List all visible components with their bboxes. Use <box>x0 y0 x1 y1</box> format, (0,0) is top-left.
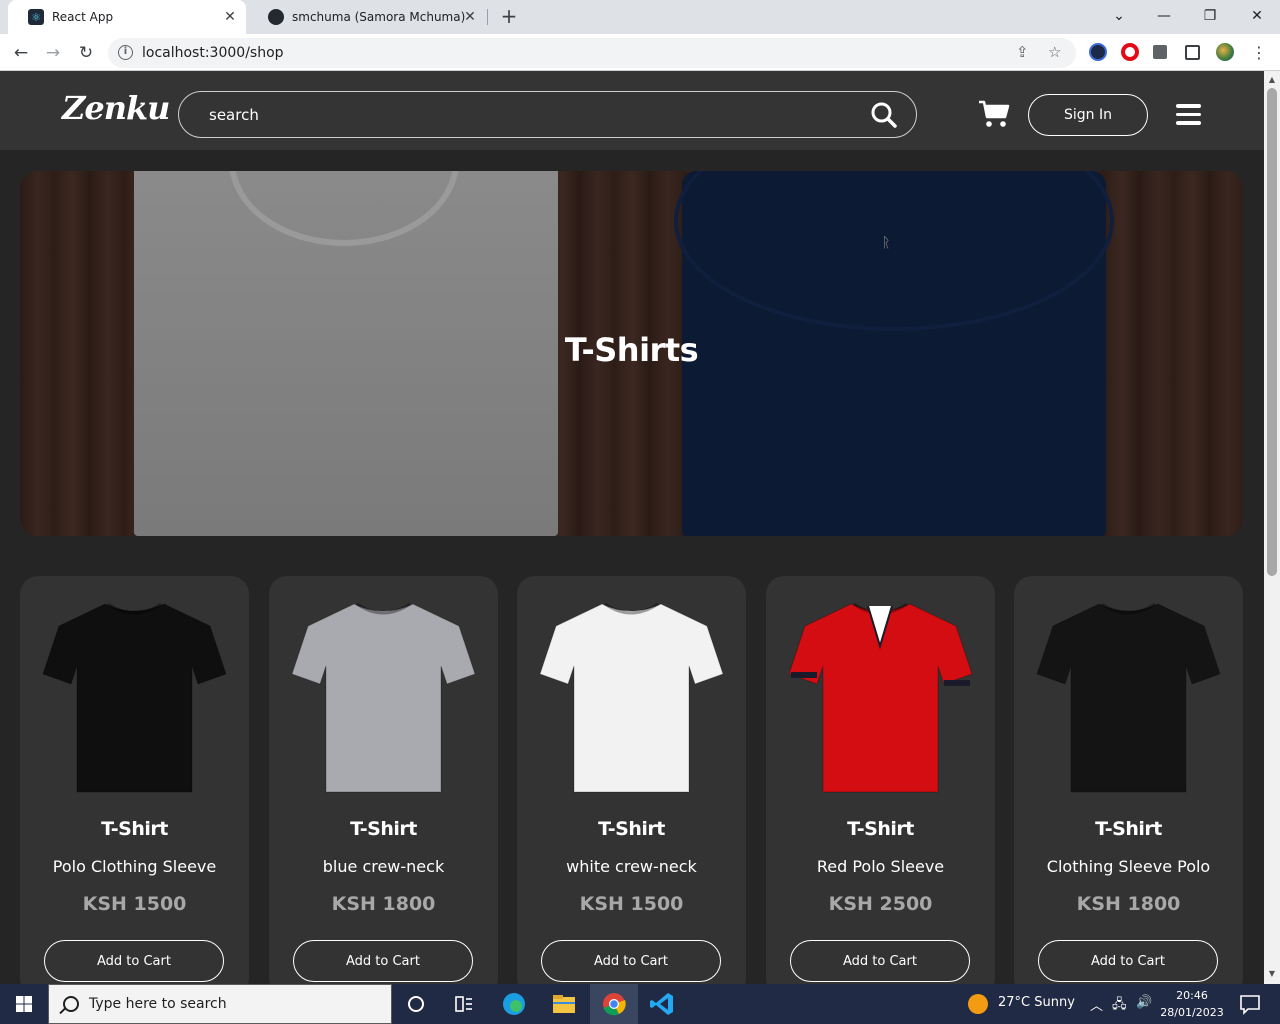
chrome-icon[interactable] <box>600 990 628 1018</box>
forward-icon[interactable]: → <box>40 40 66 66</box>
add-to-cart-button[interactable]: Add to Cart <box>1038 940 1218 982</box>
scroll-up-icon[interactable]: ▲ <box>1267 75 1277 84</box>
taskbar-clock[interactable]: 20:46 28/01/2023 <box>1160 987 1224 1021</box>
product-image[interactable] <box>537 596 726 796</box>
bookmark-star-icon[interactable]: ☆ <box>1048 43 1061 61</box>
cart-icon[interactable] <box>978 100 1010 128</box>
product-price: KSH 1800 <box>1076 893 1181 915</box>
tab-title: React App <box>52 10 114 24</box>
minimize-icon[interactable]: — <box>1146 4 1182 28</box>
github-icon <box>268 9 284 25</box>
scrollbar-thumb[interactable] <box>1267 88 1277 576</box>
product-name: Red Polo Sleeve <box>816 857 945 876</box>
side-panel-icon[interactable] <box>1185 45 1200 60</box>
product-card[interactable]: T-Shirt Clothing Sleeve Polo KSH 1800 Add t… <box>1014 576 1243 996</box>
search-icon <box>63 996 79 1012</box>
tab-search-chevron-icon[interactable]: ⌄ <box>1101 4 1137 28</box>
clock-date: 28/01/2023 <box>1160 1006 1224 1019</box>
product-price: KSH 1500 <box>579 893 684 915</box>
product-card[interactable]: T-Shirt white crew-neck KSH 1500 Add to Car… <box>517 576 746 996</box>
close-window-icon[interactable]: ✕ <box>1239 4 1275 28</box>
reload-icon[interactable]: ↻ <box>73 40 99 66</box>
close-tab-icon[interactable]: ✕ <box>222 9 238 25</box>
search-input[interactable] <box>207 104 807 126</box>
close-tab-icon[interactable]: ✕ <box>462 9 478 25</box>
page-scrollbar[interactable]: ▲ ▼ <box>1264 71 1280 984</box>
product-image[interactable] <box>786 596 975 796</box>
tab-title: smchuma (Samora Mchuma) <box>292 10 466 24</box>
share-icon[interactable]: ⇪ <box>1016 43 1029 61</box>
tab-divider <box>487 9 488 25</box>
product-image[interactable] <box>40 596 229 796</box>
add-to-cart-button[interactable]: Add to Cart <box>541 940 721 982</box>
file-explorer-icon[interactable] <box>550 990 578 1018</box>
product-name: white crew-neck <box>566 857 697 876</box>
product-category: T-Shirt <box>1095 818 1162 840</box>
product-name: blue crew-neck <box>322 857 445 876</box>
browser-menu-icon[interactable]: ⋮ <box>1246 40 1272 66</box>
site-info-icon[interactable]: i <box>118 45 133 60</box>
taskbar-search-placeholder: Type here to search <box>89 996 227 1012</box>
brand-mark-icon: ᚱ <box>882 235 891 251</box>
add-to-cart-button[interactable]: Add to Cart <box>790 940 970 982</box>
extensions-puzzle-icon[interactable] <box>1153 45 1167 59</box>
browser-toolbar: ← → ↻ i localhost:3000/shop ⇪ ☆ ⋮ <box>0 34 1280 71</box>
product-name: Clothing Sleeve Polo <box>1046 857 1211 876</box>
product-price: KSH 1500 <box>82 893 187 915</box>
windows-taskbar: Type here to search 27°C Sunny ︿ 🖧 🔊 20:… <box>0 984 1280 1024</box>
opera-icon[interactable] <box>1121 43 1139 61</box>
new-tab-icon[interactable]: + <box>498 6 520 28</box>
product-category: T-Shirt <box>598 818 665 840</box>
react-icon: ⚛ <box>28 9 44 25</box>
add-to-cart-button[interactable]: Add to Cart <box>44 940 224 982</box>
notifications-icon[interactable] <box>1236 990 1264 1018</box>
product-category: T-Shirt <box>847 818 914 840</box>
browser-tab-bar: ⚛ React App ✕ smchuma (Samora Mchuma) ✕ … <box>0 0 1280 34</box>
search-icon[interactable] <box>870 101 898 129</box>
product-grid: T-Shirt Polo Clothing Sleeve KSH 1500 Add t… <box>20 576 1244 996</box>
clock-time: 20:46 <box>1176 989 1208 1002</box>
network-icon[interactable]: 🖧 <box>1112 995 1127 1017</box>
product-image[interactable] <box>289 596 478 796</box>
site-header: Zenku Sign In <box>0 71 1264 151</box>
sign-in-button[interactable]: Sign In <box>1028 94 1148 136</box>
product-price: KSH 2500 <box>828 893 933 915</box>
product-card[interactable]: T-Shirt Red Polo Sleeve KSH 2500 Add to Car… <box>766 576 995 996</box>
hero-banner: ᚱ T-Shirts <box>20 171 1243 536</box>
add-to-cart-button[interactable]: Add to Cart <box>293 940 473 982</box>
extension-icon[interactable] <box>1089 43 1107 61</box>
product-name: Polo Clothing Sleeve <box>52 857 217 876</box>
product-image[interactable] <box>1034 596 1223 796</box>
product-category: T-Shirt <box>101 818 168 840</box>
weather-text[interactable]: 27°C Sunny <box>998 995 1075 1010</box>
product-card[interactable]: T-Shirt Polo Clothing Sleeve KSH 1500 Add t… <box>20 576 249 996</box>
address-bar[interactable]: i localhost:3000/shop ⇪ ☆ <box>108 38 1076 68</box>
tray-chevron-icon[interactable]: ︿ <box>1090 995 1103 1014</box>
scroll-down-icon[interactable]: ▼ <box>1267 969 1277 978</box>
site-logo[interactable]: Zenku <box>62 89 170 127</box>
volume-icon[interactable]: 🔊 <box>1136 995 1152 1010</box>
search-bar <box>178 91 917 138</box>
product-card[interactable]: T-Shirt blue crew-neck KSH 1800 Add to Cart <box>269 576 498 996</box>
profile-avatar-icon[interactable] <box>1216 43 1234 61</box>
tab-react-app[interactable]: ⚛ React App ✕ <box>8 0 246 34</box>
hamburger-menu-icon[interactable] <box>1176 104 1201 126</box>
product-price: KSH 1800 <box>331 893 436 915</box>
edge-icon[interactable] <box>500 990 528 1018</box>
url-text[interactable]: localhost:3000/shop <box>142 45 284 61</box>
product-category: T-Shirt <box>350 818 417 840</box>
back-icon[interactable]: ← <box>8 40 34 66</box>
cortana-icon[interactable] <box>402 990 430 1018</box>
windows-start-icon[interactable] <box>0 984 48 1024</box>
weather-sun-icon[interactable] <box>968 994 988 1014</box>
tab-github[interactable]: smchuma (Samora Mchuma) ✕ <box>248 0 486 34</box>
restore-icon[interactable]: ❐ <box>1192 4 1228 28</box>
vscode-icon[interactable] <box>648 990 676 1018</box>
task-view-icon[interactable] <box>450 990 478 1018</box>
taskbar-search[interactable]: Type here to search <box>48 984 392 1024</box>
hero-title: T-Shirts <box>564 331 699 369</box>
